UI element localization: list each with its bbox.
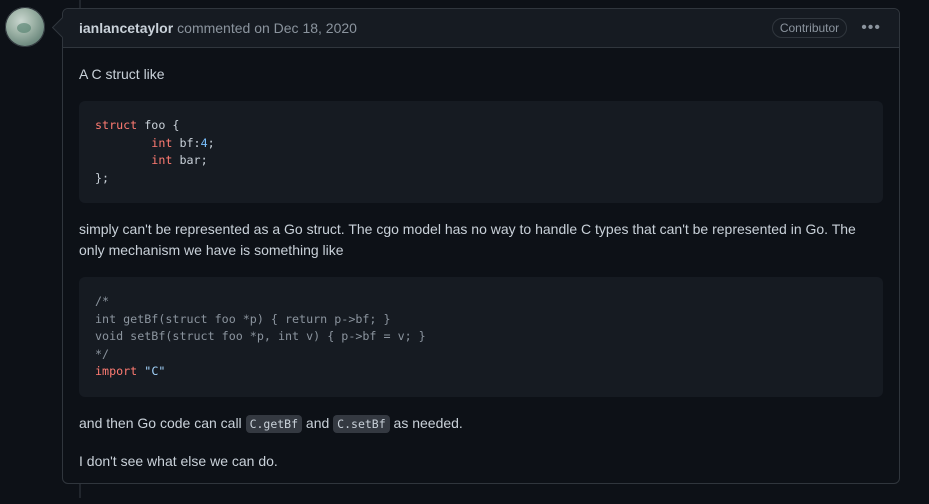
code-comment: int getBf(struct foo *p) { return p->bf;… [95,311,391,326]
comment-header: ianlancetaylor commented on Dec 18, 2020… [63,9,899,48]
code-block-struct: struct foo { int bf:4; int bar; }; [79,101,883,203]
inline-code-setbf: C.setBf [333,414,390,433]
code-string: "C" [144,364,166,378]
paragraph-1: A C struct like [79,66,165,82]
code-text: bf: [172,135,201,150]
kebab-horizontal-icon[interactable]: ••• [859,20,883,36]
code-text: foo { [137,118,180,132]
code-number: 4 [200,135,208,150]
paragraph-3: and then Go code can call C.getBf and C.… [79,413,883,435]
text-span: and [302,414,334,431]
author-link[interactable]: ianlancetaylor [79,20,173,36]
code-keyword: import [95,364,138,378]
code-block-cgo: /* int getBf(struct foo *p) { return p->… [79,277,883,397]
text-span: as needed. [389,414,463,431]
avatar[interactable] [5,7,45,47]
comment-date[interactable]: Dec 18, 2020 [274,20,357,36]
code-text: }; [95,170,110,185]
code-text: bar; [172,153,208,167]
code-keyword: int [151,135,173,150]
text-span: and then Go code can call [79,414,246,431]
code-comment: */ [95,346,110,361]
code-keyword: int [151,153,173,167]
comment-action: commented on [177,20,270,36]
comment-body: A C struct like struct foo { int bf:4; i… [63,48,899,504]
code-keyword: struct [95,118,138,132]
header-actions: Contributor ••• [771,18,883,38]
role-badge: Contributor [771,18,848,38]
inline-code-getbf: C.getBf [245,414,303,433]
code-comment: /* [95,294,110,308]
paragraph-4: I don't see what else we can do. [79,452,278,469]
code-comment: void setBf(struct foo *p, int v) { p->bf… [95,329,426,343]
paragraph-2: simply can't be represented as a Go stru… [79,221,856,258]
comment-container: ianlancetaylor commented on Dec 18, 2020… [62,8,900,484]
code-text: ; [207,135,215,150]
